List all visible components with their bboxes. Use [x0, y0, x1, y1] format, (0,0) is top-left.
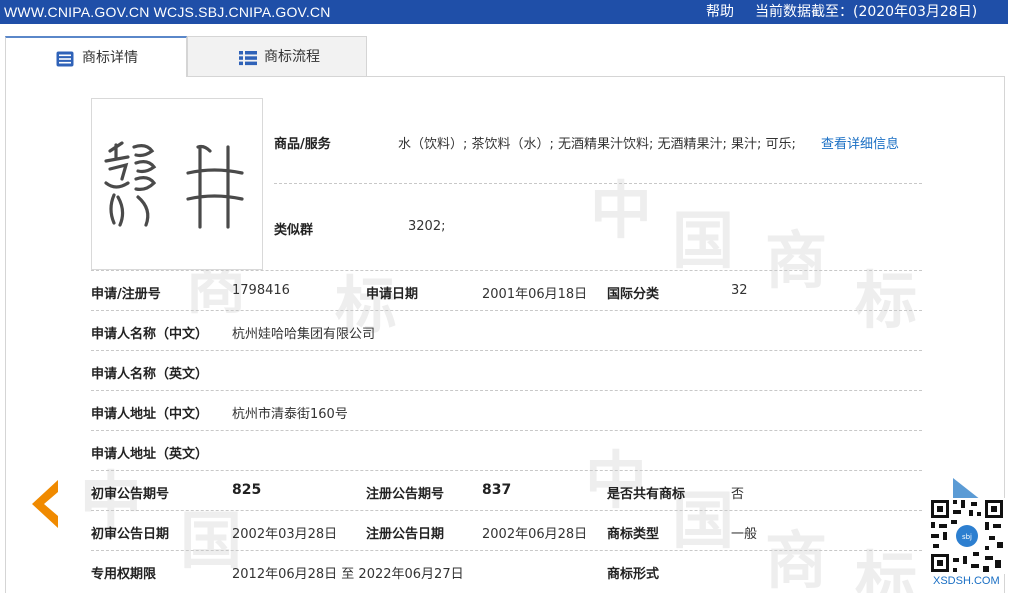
applicant-en-label: 申请人名称（英文） — [91, 367, 209, 382]
applicant-cn-value: 杭州娃哈哈集团有限公司 — [232, 327, 376, 342]
previous-arrow-icon[interactable] — [26, 478, 60, 530]
prelim-no-label: 初审公告期号 — [91, 487, 170, 502]
divider — [91, 550, 922, 551]
shared-label: 是否共有商标 — [607, 487, 686, 502]
app-date-label: 申请日期 — [366, 287, 419, 302]
svg-text:sbj: sbj — [962, 533, 972, 541]
qr-code-icon: sbj — [929, 498, 1005, 574]
reg-no-label: 申请/注册号 — [91, 287, 161, 302]
reg-no-value: 1798416 — [232, 283, 290, 298]
goods-label: 商品/服务 — [274, 137, 331, 152]
tab-bar: 商标详情 商标流程 — [5, 36, 367, 77]
tab-trademark-process[interactable]: 商标流程 — [187, 36, 367, 76]
period-label: 专用权期限 — [91, 567, 157, 582]
trademark-logo — [104, 141, 244, 229]
document-list-icon — [56, 51, 74, 67]
divider — [91, 510, 922, 511]
reg-pub-no-label: 注册公告期号 — [366, 487, 445, 502]
grid-list-icon — [239, 51, 257, 66]
address-en-label: 申请人地址（英文） — [91, 447, 209, 462]
prelim-date-value: 2002年03月28日 — [232, 527, 338, 542]
similar-group-value: 3202; — [408, 219, 446, 234]
reg-pub-date-value: 2002年06月28日 — [482, 527, 588, 542]
divider — [274, 183, 922, 184]
reg-pub-no-value: 837 — [482, 482, 512, 498]
divider — [91, 430, 922, 431]
view-details-link[interactable]: 查看详细信息 — [821, 133, 899, 152]
type-value: 一般 — [731, 527, 758, 542]
period-value: 2012年06月28日 至 2022年06月27日 — [232, 567, 464, 582]
shared-value: 否 — [731, 487, 745, 502]
form-label: 商标形式 — [607, 567, 660, 582]
qr-caption[interactable]: XSDSH.COM — [933, 575, 1000, 587]
divider — [91, 390, 922, 391]
trademark-image — [91, 98, 263, 270]
applicant-cn-label: 申请人名称（中文） — [91, 327, 209, 342]
divider — [91, 350, 922, 351]
type-label: 商标类型 — [607, 527, 660, 542]
address-cn-label: 申请人地址（中文） — [91, 407, 209, 422]
divider — [91, 470, 922, 471]
divider — [91, 310, 922, 311]
prelim-no-value: 825 — [232, 482, 262, 498]
top-bar: WWW.CNIPA.GOV.CN WCJS.SBJ.CNIPA.GOV.CN 帮… — [0, 0, 1008, 24]
prelim-date-label: 初审公告日期 — [91, 527, 170, 542]
intl-class-label: 国际分类 — [607, 287, 660, 302]
tab-trademark-details[interactable]: 商标详情 — [5, 36, 187, 77]
tab-label: 商标详情 — [82, 50, 138, 66]
divider — [91, 270, 922, 271]
help-link[interactable]: 帮助 — [706, 0, 734, 24]
goods-value: 水（饮料）; 茶饮料（水）; 无酒精果汁饮料; 无酒精果汁; 果汁; 可乐; — [398, 137, 796, 152]
next-corner-icon[interactable] — [953, 478, 981, 500]
intl-class-value: 32 — [731, 283, 748, 298]
app-date-value: 2001年06月18日 — [482, 287, 588, 302]
site-links[interactable]: WWW.CNIPA.GOV.CN WCJS.SBJ.CNIPA.GOV.CN — [4, 0, 331, 24]
similar-group-label: 类似群 — [274, 223, 314, 238]
data-date-label: 当前数据截至：(2020年03月28日) — [755, 4, 978, 20]
address-cn-value: 杭州市清泰街160号 — [232, 407, 348, 422]
reg-pub-date-label: 注册公告日期 — [366, 527, 445, 542]
tab-label: 商标流程 — [264, 49, 320, 65]
